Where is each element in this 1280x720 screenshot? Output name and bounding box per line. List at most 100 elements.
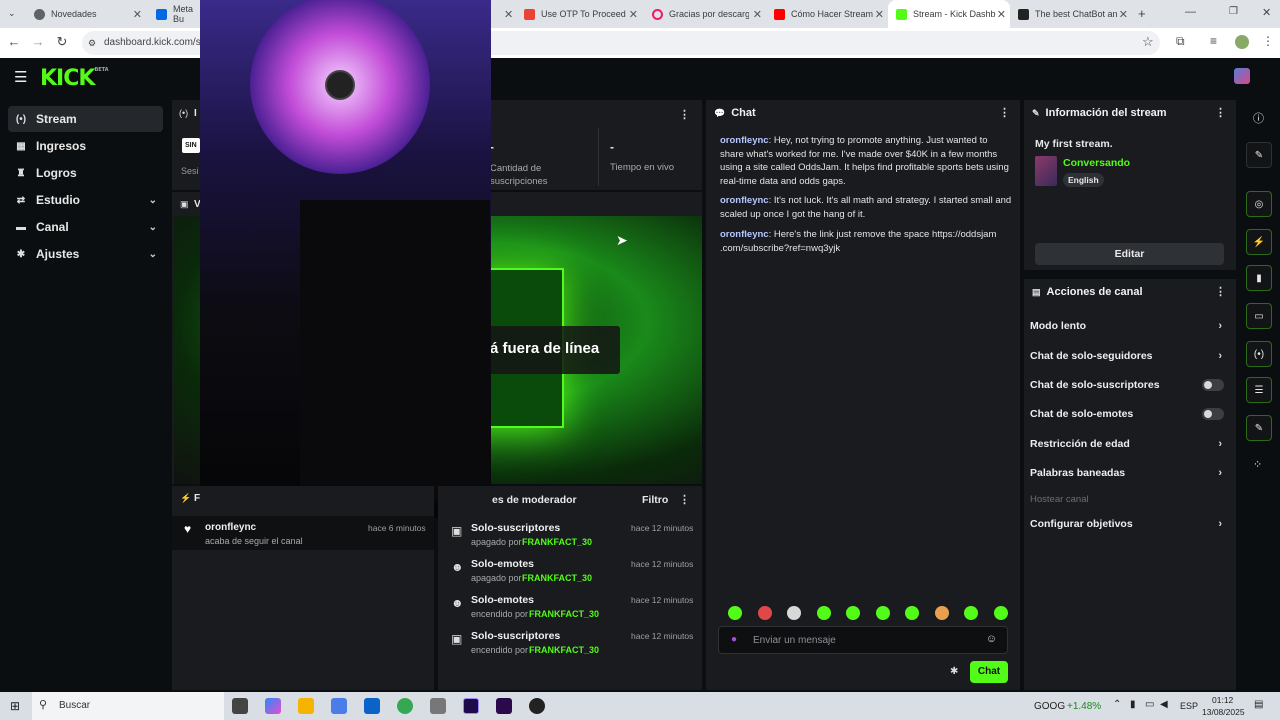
emote-icon[interactable] (728, 606, 742, 620)
chrome-icon[interactable] (397, 698, 413, 714)
close-icon[interactable]: ✕ (504, 8, 513, 21)
network-icon[interactable]: ▭ (1145, 699, 1154, 710)
rail-stream-button[interactable]: ◎ (1246, 191, 1272, 217)
close-icon[interactable]: ✕ (1119, 8, 1128, 21)
language-indicator[interactable]: ESP (1180, 701, 1198, 711)
category-name[interactable]: Conversando (1063, 157, 1130, 169)
panel-menu-icon[interactable]: ⋮ (999, 106, 1010, 119)
follower-name[interactable]: oronfleync (205, 522, 256, 533)
microphone-tray-icon[interactable]: ▮ (1130, 699, 1136, 710)
sidebar-item-stream[interactable]: (•) Stream (8, 106, 163, 132)
sidebar-item-ajustes[interactable]: ✱ Ajustes ⌄ (8, 241, 163, 267)
taskbar-search[interactable]: ⚲ Buscar (32, 692, 224, 720)
notifications-icon[interactable]: ▤ (1254, 699, 1263, 710)
clock-date[interactable]: 13/08/2025 (1202, 707, 1245, 717)
close-icon[interactable]: ✕ (997, 8, 1006, 21)
sidebar-item-logros[interactable]: ♜ Logros (8, 160, 163, 186)
action-configure-goals[interactable]: Configurar objetivos › (1030, 515, 1222, 533)
close-icon[interactable]: ✕ (133, 8, 142, 21)
chat-input[interactable]: ● Enviar un mensaje ☺ (718, 626, 1008, 654)
tab-chatbot[interactable]: The best ChatBot an ✕ (1010, 0, 1132, 28)
close-icon[interactable]: ✕ (875, 8, 884, 21)
windows-start-icon[interactable]: ⊞ (10, 699, 20, 713)
action-slow-mode[interactable]: Modo lento › (1030, 317, 1222, 335)
add-widget-icon[interactable]: ⁘ (1253, 458, 1262, 471)
rail-broadcast-button[interactable]: (•) (1246, 341, 1272, 367)
subscribers-only-toggle[interactable] (1202, 379, 1224, 391)
clock-time[interactable]: 01:12 (1212, 695, 1233, 705)
minimize-icon[interactable]: — (1185, 6, 1196, 18)
action-age-restriction[interactable]: Restricción de edad › (1030, 435, 1222, 453)
rail-chat-button[interactable]: ▭ (1246, 303, 1272, 329)
action-banned-words[interactable]: Palabras baneadas › (1030, 464, 1222, 482)
tray-chevron-icon[interactable]: ⌃ (1113, 699, 1121, 710)
tab-meta[interactable]: Meta Bu (148, 0, 200, 28)
emotes-only-toggle[interactable] (1202, 408, 1224, 420)
volume-icon[interactable]: ◀ (1160, 699, 1168, 710)
emote-icon[interactable] (787, 606, 802, 620)
tab-como-hacer[interactable]: Cómo Hacer Stream ✕ (766, 0, 888, 28)
tab-novedades[interactable]: Novedades ✕ (26, 0, 148, 28)
new-tab-icon[interactable]: + (1138, 6, 1146, 21)
panel-menu-icon[interactable]: ⋮ (679, 108, 690, 121)
chat-settings-icon[interactable]: ✱ (950, 666, 958, 677)
restore-icon[interactable]: ❐ (1229, 6, 1238, 17)
emoji-icon[interactable]: ☺ (986, 633, 997, 645)
close-icon[interactable]: ✕ (629, 8, 638, 21)
kick-logo[interactable]: KICKBETA (40, 66, 109, 91)
file-explorer-icon[interactable] (298, 698, 314, 714)
chat-username[interactable]: oronfleync (720, 135, 769, 146)
copilot-icon[interactable] (265, 698, 281, 714)
emote-icon[interactable] (816, 606, 831, 620)
site-info-icon[interactable]: ⚙ (88, 31, 96, 55)
hamburger-menu-icon[interactable]: ☰ (14, 68, 27, 86)
tab-list-icon[interactable]: ⌄ (8, 8, 16, 19)
profile-avatar[interactable] (1235, 35, 1249, 49)
panel-menu-icon[interactable]: ⋮ (1215, 285, 1226, 298)
pen-tool-icon[interactable] (430, 698, 446, 714)
premiere-icon[interactable] (496, 698, 512, 714)
microphone-icon[interactable]: ● (731, 634, 737, 645)
sidebar-item-estudio[interactable]: ⇄ Estudio ⌄ (8, 187, 163, 213)
emote-icon[interactable] (993, 606, 1008, 620)
rail-tools-button[interactable]: ✎ (1246, 415, 1272, 441)
user-avatar[interactable] (1234, 68, 1250, 84)
task-view-icon[interactable] (232, 698, 248, 714)
back-icon[interactable]: ← (2, 34, 26, 49)
mod-log-user[interactable]: FRANKFACT_30 (522, 537, 592, 547)
emote-icon[interactable] (875, 606, 890, 620)
reload-icon[interactable]: ↻ (50, 34, 74, 50)
action-followers-only[interactable]: Chat de solo-seguidores › (1030, 347, 1222, 365)
info-icon[interactable]: ⓘ (1253, 110, 1264, 126)
chat-username[interactable]: oronfleync (720, 195, 769, 206)
close-icon[interactable]: ✕ (753, 8, 762, 21)
tab-kick-dashboard[interactable]: Stream - Kick Dashb ✕ (888, 0, 1010, 28)
rail-actions-button[interactable]: ☰ (1246, 377, 1272, 403)
obs-icon[interactable] (529, 698, 545, 714)
sidebar-item-canal[interactable]: ▬ Canal ⌄ (8, 214, 163, 240)
mod-log-user[interactable]: FRANKFACT_30 (529, 645, 599, 655)
outlook-icon[interactable] (364, 698, 380, 714)
emote-icon[interactable] (905, 606, 920, 620)
panel-menu-icon[interactable]: ⋮ (1215, 106, 1226, 119)
bookmark-star-icon[interactable]: ☆ (1142, 34, 1154, 50)
extensions-icon[interactable]: ⧉ (1176, 34, 1185, 49)
after-effects-icon[interactable] (463, 698, 479, 714)
send-chat-button[interactable]: Chat (970, 661, 1008, 683)
edit-button[interactable]: Editar (1035, 243, 1224, 265)
tab-gracias[interactable]: Gracias por descarga ✕ (644, 0, 766, 28)
store-icon[interactable] (331, 698, 347, 714)
tab-otp[interactable]: ✕ Use OTP To Proceed ✕ (496, 0, 642, 28)
forward-icon[interactable]: → (26, 34, 50, 49)
media-icon[interactable]: ≡ (1210, 34, 1217, 48)
emote-icon[interactable] (757, 606, 772, 620)
emote-icon[interactable] (934, 606, 949, 620)
rail-activity-button[interactable]: ⚡ (1246, 229, 1272, 255)
edit-layout-button[interactable]: ✎ (1246, 142, 1272, 168)
close-window-icon[interactable]: ✕ (1262, 6, 1271, 19)
mod-log-user[interactable]: FRANKFACT_30 (522, 573, 592, 583)
chat-username[interactable]: oronfleync (720, 229, 769, 240)
browser-menu-icon[interactable]: ⋮ (1262, 34, 1274, 48)
mod-log-user[interactable]: FRANKFACT_30 (529, 609, 599, 619)
panel-menu-icon[interactable]: ⋮ (679, 493, 690, 506)
